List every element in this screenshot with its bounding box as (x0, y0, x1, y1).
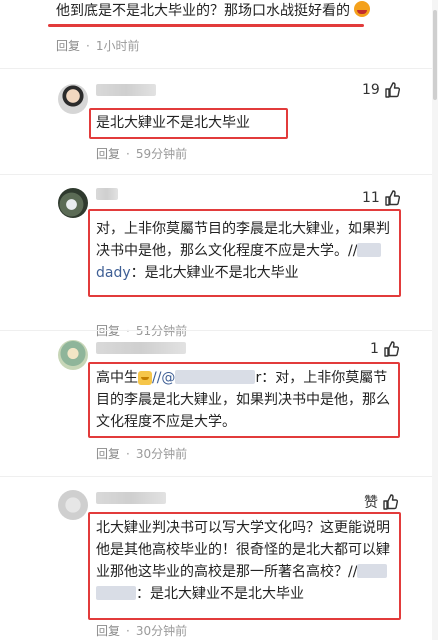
timestamp: 1小时前 (95, 39, 140, 53)
avatar[interactable] (58, 84, 88, 114)
top-comment-meta: 回复 · 1小时前 (56, 39, 140, 53)
like-label: 赞 (364, 495, 378, 511)
timestamp: 59分钟前 (135, 147, 188, 161)
comment-line-text: 高中生 (96, 370, 138, 386)
comment-line: 高中生 //@ r：对，上非你莫屬节 (96, 367, 390, 389)
comment-meta: 回复 · 30分钟前 (96, 624, 188, 638)
avatar[interactable] (58, 490, 88, 520)
mention-blurred (96, 586, 136, 600)
scrollbar-track[interactable] (432, 0, 438, 640)
timestamp: 51分钟前 (135, 324, 188, 338)
comment-meta: 回复 · 30分钟前 (96, 447, 188, 461)
like-counter[interactable]: 11 (362, 190, 400, 206)
divider (0, 68, 438, 69)
avatar[interactable] (58, 340, 88, 370)
username-blurred[interactable] (96, 84, 156, 96)
avatar[interactable] (58, 188, 88, 218)
laughing-emoji-icon (354, 1, 371, 17)
divider (0, 330, 438, 331)
thumbs-up-icon[interactable] (384, 190, 400, 206)
comment-line: 业那他这毕业的高校是那一所著名高校？// (96, 561, 390, 583)
like-counter[interactable]: 19 (362, 82, 400, 98)
divider (0, 476, 438, 477)
comment-line-text: r：对，上非你莫屬节 (255, 370, 388, 386)
mention-blurred (175, 370, 256, 384)
top-comment-text: 他到底是不是北大毕业的？那场口水战挺好看的 (56, 0, 371, 22)
divider (0, 174, 438, 175)
mention-link[interactable]: dady (96, 265, 131, 281)
comment-line: 目的李晨是北大肄业，如果判决书中是他，那么 (96, 392, 390, 408)
like-count: 11 (362, 190, 380, 206)
comment-line: ：是北大肄业不是北大毕业 (96, 583, 390, 605)
comment-meta: 回复 · 59分钟前 (96, 147, 188, 161)
thumbs-up-icon[interactable] (383, 341, 399, 357)
comment-text: 对，上非你莫屬节目的李晨是北大肄业，如果判 决书中是他，那么文化程度不应是大学。… (96, 218, 390, 284)
mention-blurred (357, 243, 382, 257)
timestamp: 30分钟前 (135, 624, 188, 638)
comment-line-text: 业那他这毕业的高校是那一所著名高校？// (96, 564, 358, 580)
like-count: 19 (362, 82, 380, 98)
thumbs-up-icon[interactable] (384, 82, 400, 98)
username-blurred[interactable] (96, 342, 186, 354)
reply-button[interactable]: 回复 (96, 624, 120, 638)
reply-button[interactable]: 回复 (96, 147, 120, 161)
comment-line: 他是其他高校毕业的！很奇怪的是北大都可以肄 (96, 542, 390, 558)
reply-button[interactable]: 回复 (96, 447, 120, 461)
comment-line: dady：是北大肄业不是北大毕业 (96, 262, 390, 284)
mention-blurred (357, 564, 388, 578)
comment-text: 北大肄业判决书可以写大学文化吗？这更能说明 他是其他高校毕业的！很奇怪的是北大都… (96, 517, 390, 605)
comment-text: 高中生 //@ r：对，上非你莫屬节 目的李晨是北大肄业，如果判决书中是他，那么 文… (96, 367, 390, 433)
comment-line: 文化程度不应是大学。 (96, 414, 236, 430)
quoted-text: ：是北大肄业不是北大毕业 (136, 586, 304, 602)
top-comment-body: 他到底是不是北大毕业的？那场口水战挺好看的 (56, 3, 350, 19)
comment-line: 北大肄业判决书可以写大学文化吗？这更能说明 (96, 520, 390, 536)
quoted-text: ：是北大肄业不是北大毕业 (130, 265, 299, 281)
highlight-underline (48, 24, 364, 27)
like-count: 1 (370, 341, 379, 357)
username-blurred[interactable] (96, 492, 166, 504)
comment-text: 是北大肄业不是北大毕业 (96, 115, 250, 131)
reply-button[interactable]: 回复 (56, 39, 80, 53)
like-counter[interactable]: 1 (370, 341, 399, 357)
comment-line: 对，上非你莫屬节目的李晨是北大肄业，如果判 (96, 221, 390, 237)
thumbs-up-icon[interactable] (382, 494, 398, 510)
timestamp: 30分钟前 (135, 447, 188, 461)
comment-line: 决书中是他，那么文化程度不应是大学。// (96, 240, 390, 262)
smile-emoji-icon (138, 371, 152, 385)
mention-prefix[interactable]: //@ (152, 370, 175, 386)
scrollbar-thumb[interactable] (433, 10, 437, 100)
reply-button[interactable]: 回复 (96, 324, 120, 338)
username-blurred[interactable] (96, 188, 118, 200)
comment-line-text: 决书中是他，那么文化程度不应是大学。// (96, 243, 358, 259)
like-counter[interactable]: 赞 (364, 492, 398, 512)
